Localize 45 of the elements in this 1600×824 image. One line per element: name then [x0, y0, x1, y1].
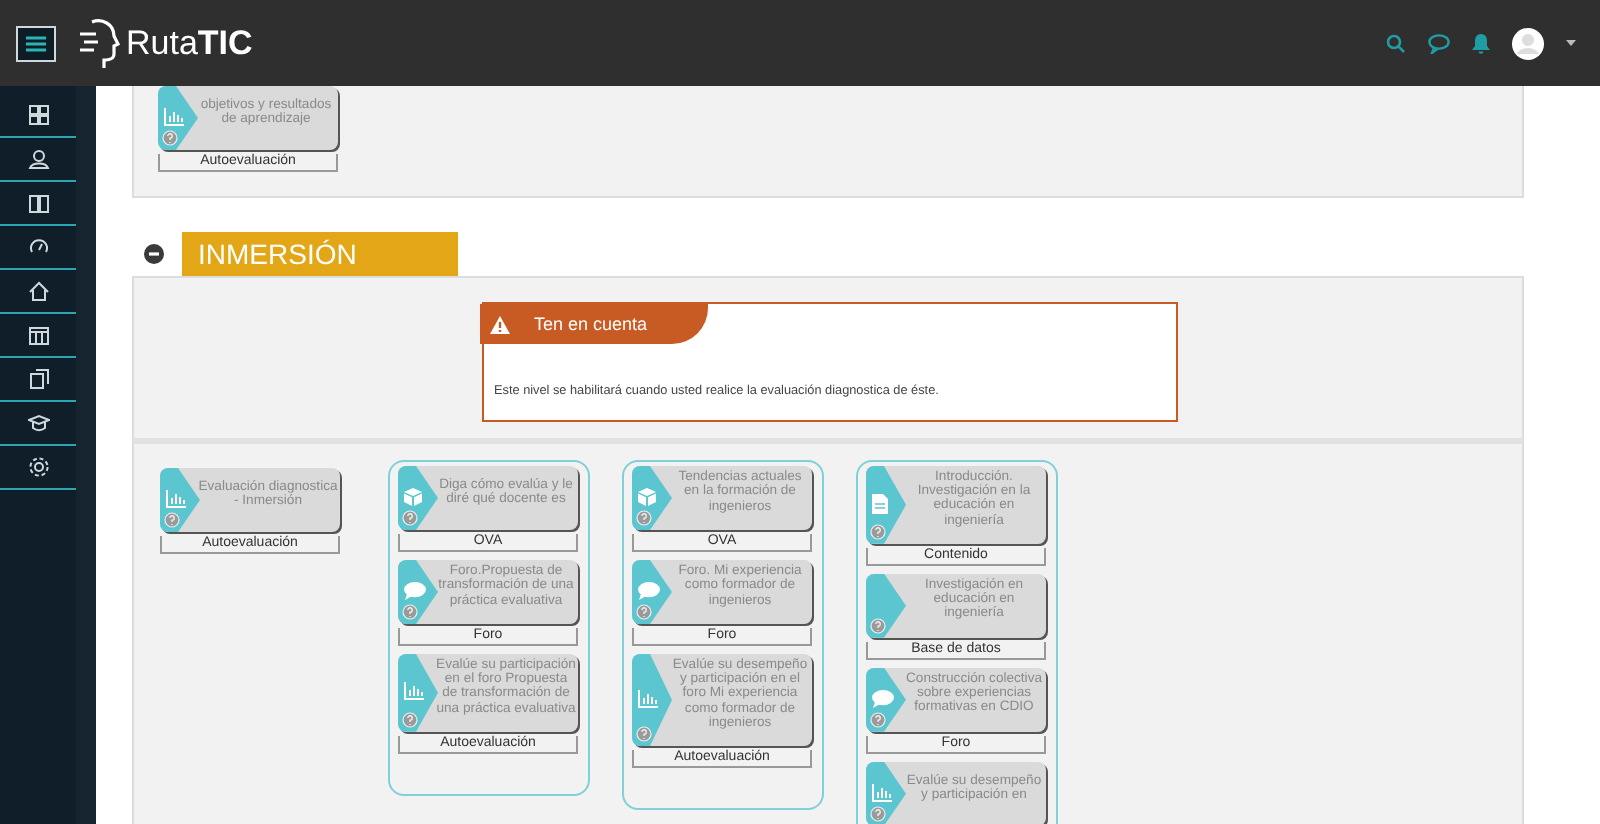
bar-chart-icon — [164, 108, 184, 126]
help-icon[interactable] — [870, 711, 886, 728]
grid-icon[interactable] — [27, 104, 49, 126]
help-icon[interactable] — [870, 523, 886, 540]
help-icon[interactable] — [870, 617, 886, 634]
avatar-icon[interactable] — [1512, 27, 1544, 59]
chat-icon[interactable] — [1428, 33, 1450, 53]
help-icon[interactable] — [636, 604, 652, 620]
head-logo-icon — [76, 15, 120, 71]
notice-title: Ten en cuenta — [534, 314, 648, 334]
help-icon[interactable] — [402, 510, 418, 526]
speech-bubble-icon — [872, 689, 894, 708]
clipboard-icon[interactable] — [27, 368, 49, 390]
help-icon[interactable] — [636, 726, 652, 743]
cap-icon[interactable] — [27, 412, 49, 434]
cube-icon — [638, 488, 656, 506]
cube-icon — [404, 488, 422, 506]
speech-bubble-icon — [404, 582, 426, 600]
bar-chart-icon — [638, 690, 658, 708]
home-icon[interactable] — [27, 280, 49, 302]
menu-button[interactable] — [16, 25, 56, 61]
caret-icon[interactable] — [1566, 40, 1576, 46]
help-icon[interactable] — [870, 805, 886, 822]
notification-bell-icon[interactable] — [1472, 33, 1490, 53]
warning-icon — [490, 315, 510, 333]
help-icon[interactable] — [402, 604, 418, 620]
user-icon[interactable] — [27, 148, 49, 170]
help-icon[interactable] — [636, 510, 652, 526]
book-icon[interactable] — [27, 192, 49, 214]
menu-icon — [26, 35, 46, 51]
bar-chart-icon — [872, 783, 892, 802]
calendar-icon[interactable] — [27, 324, 49, 346]
help-icon[interactable] — [402, 711, 418, 728]
document-icon — [872, 494, 888, 515]
logo-text: RutaTIC — [126, 23, 253, 63]
section-title: INMERSIÓN — [182, 232, 458, 276]
search-icon[interactable] — [1386, 33, 1406, 53]
help-icon[interactable] — [162, 130, 178, 146]
gauge-icon[interactable] — [27, 236, 49, 258]
help-icon[interactable] — [164, 512, 180, 528]
bar-chart-icon — [404, 682, 424, 701]
bar-chart-icon — [166, 490, 186, 508]
gear-icon[interactable] — [27, 456, 49, 478]
speech-bubble-icon — [638, 582, 660, 600]
collapse-icon[interactable] — [144, 244, 164, 264]
